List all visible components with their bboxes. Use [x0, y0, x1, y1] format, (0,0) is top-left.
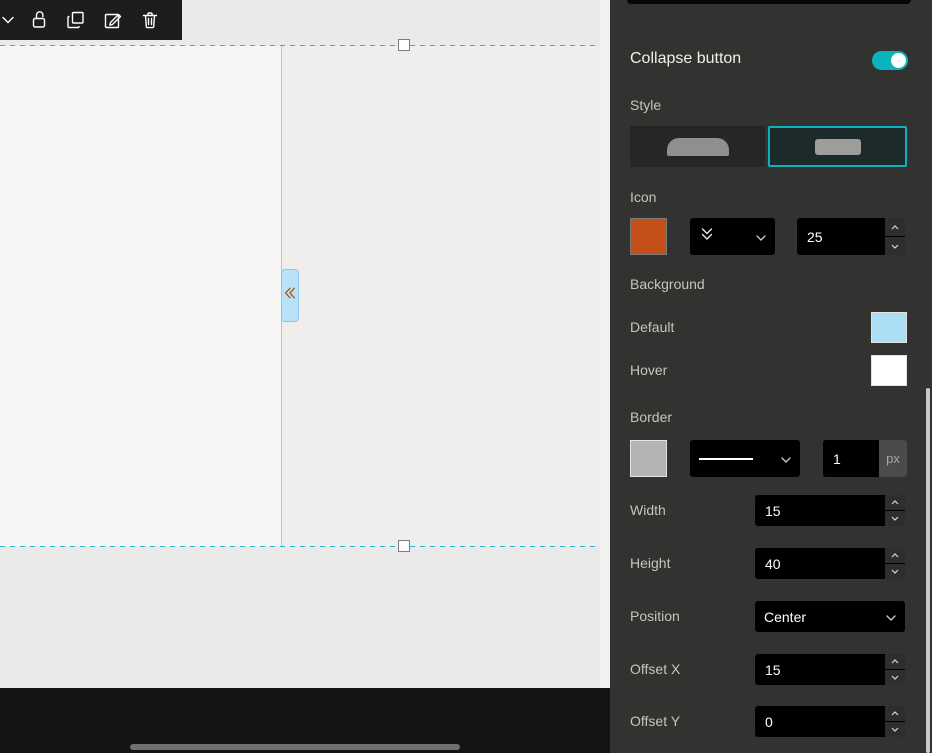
unlock-button[interactable]: [26, 7, 52, 33]
widget-toolbar: [0, 0, 182, 40]
icon-size-input: [797, 218, 905, 255]
width-input: [755, 495, 905, 526]
experience-builder-app: Collapse button Style Icon 25 Background…: [0, 0, 932, 753]
border-style-select[interactable]: [690, 440, 800, 477]
background-default-swatch[interactable]: [871, 312, 907, 343]
chevron-down-icon: [756, 228, 766, 246]
trash-icon: [138, 8, 162, 32]
panel-top-field-partial[interactable]: [627, 0, 911, 4]
style-option-rounded[interactable]: [630, 126, 765, 167]
px-unit-label: px: [879, 440, 907, 477]
chevron-down-icon: [781, 450, 791, 468]
rectangle-shape-icon: [814, 138, 861, 155]
selection-outline-bottom: [0, 546, 600, 547]
settings-panel-scrollbar[interactable]: [926, 388, 930, 753]
border-color-swatch[interactable]: [630, 440, 667, 477]
style-option-rectangle[interactable]: [768, 126, 907, 167]
chevron-down-icon: [886, 608, 896, 626]
background-hover-label: Hover: [630, 362, 668, 378]
style-label: Style: [630, 97, 662, 113]
offset-x-input: [755, 654, 905, 685]
sidebar-widget-region[interactable]: [0, 46, 281, 546]
border-width-field[interactable]: [823, 440, 879, 477]
height-input: [755, 548, 905, 579]
offset-x-decrement-button[interactable]: [885, 669, 905, 685]
position-select[interactable]: Center: [755, 601, 905, 632]
offset-y-field[interactable]: [755, 706, 885, 737]
toggle-knob: [891, 53, 906, 68]
selection-handle-bottom[interactable]: [398, 540, 410, 552]
icon-select[interactable]: [690, 218, 775, 255]
design-canvas: [0, 0, 610, 688]
main-widget-region[interactable]: [282, 46, 600, 546]
height-spinner: [885, 548, 905, 579]
icon-size-decrement-button[interactable]: [885, 236, 905, 255]
duplicate-icon: [64, 8, 88, 32]
collapse-button-toggle[interactable]: [872, 51, 908, 70]
offset-x-spinner: [885, 654, 905, 685]
style-options: [630, 126, 907, 167]
selection-handle-top[interactable]: [398, 39, 410, 51]
duplicate-button[interactable]: [63, 7, 89, 33]
width-decrement-button[interactable]: [885, 510, 905, 526]
icon-size-spinner: [885, 218, 905, 255]
icon-color-swatch[interactable]: [630, 218, 667, 255]
offset-y-input: [755, 706, 905, 737]
background-hover-swatch[interactable]: [871, 355, 907, 386]
offset-x-increment-button[interactable]: [885, 654, 905, 669]
collapse-button-section-title: Collapse button: [630, 50, 742, 67]
width-increment-button[interactable]: [885, 495, 905, 510]
position-selected-value: Center: [764, 608, 807, 625]
settings-panel: Collapse button Style Icon 25 Background…: [610, 0, 932, 753]
icon-size-increment-button[interactable]: [885, 218, 905, 236]
edit-button[interactable]: [100, 7, 126, 33]
toolbar-collapse-menu-button[interactable]: [1, 7, 15, 33]
canvas-horizontal-scrollbar[interactable]: [130, 744, 460, 750]
icon-label: Icon: [630, 189, 657, 205]
height-increment-button[interactable]: [885, 548, 905, 563]
border-label: Border: [630, 409, 673, 425]
background-label: Background: [630, 276, 705, 292]
width-field[interactable]: [755, 495, 885, 526]
double-chevron-left-icon: [283, 285, 297, 306]
width-label: Width: [630, 502, 666, 518]
offset-x-label: Offset X: [630, 661, 681, 677]
delete-button[interactable]: [137, 7, 163, 33]
height-decrement-button[interactable]: [885, 563, 905, 579]
canvas-vertical-scrollbar[interactable]: [600, 0, 610, 688]
icon-size-field[interactable]: [797, 218, 885, 255]
double-chevron-down-icon: [699, 226, 715, 247]
chevron-down-icon: [2, 16, 14, 24]
solid-line-icon: [699, 457, 753, 460]
edit-icon: [101, 8, 125, 32]
border-width-input: [823, 440, 879, 477]
border-width-group: px: [823, 440, 907, 477]
width-spinner: [885, 495, 905, 526]
unlock-icon: [27, 8, 51, 32]
offset-x-field[interactable]: [755, 654, 885, 685]
offset-y-label: Offset Y: [630, 713, 681, 729]
selection-outline-top: [0, 45, 600, 46]
offset-y-decrement-button[interactable]: [885, 721, 905, 737]
sidebar-collapse-handle[interactable]: [281, 269, 299, 322]
position-label: Position: [630, 608, 680, 624]
height-field[interactable]: [755, 548, 885, 579]
background-default-label: Default: [630, 319, 675, 335]
height-label: Height: [630, 555, 671, 571]
offset-y-spinner: [885, 706, 905, 737]
offset-y-increment-button[interactable]: [885, 706, 905, 721]
rounded-tab-shape-icon: [666, 137, 729, 156]
